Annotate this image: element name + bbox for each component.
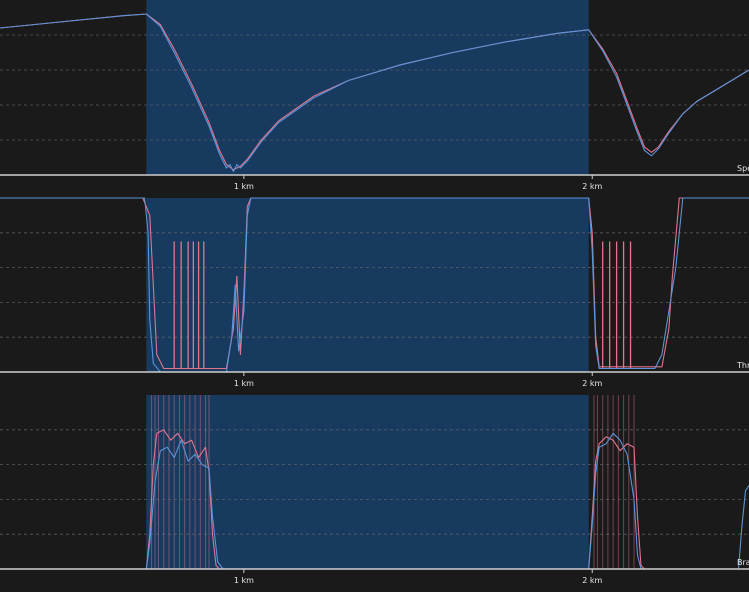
x-tick-label: 1 km <box>234 379 254 388</box>
panel-label: Spe <box>737 164 749 173</box>
panel-label: Thro <box>736 361 749 370</box>
x-tick-label: 2 km <box>582 379 602 388</box>
highlight-region <box>146 395 589 569</box>
x-tick-label: 2 km <box>582 576 602 585</box>
x-tick-label: 1 km <box>234 576 254 585</box>
x-tick-label: 2 km <box>582 182 602 191</box>
highlight-region <box>146 198 589 372</box>
telemetry-chart-panels: 1 km 2 km Spe 1 km 2 km Thro 1 km 2 km Bra <box>0 0 749 592</box>
panel-label: Bra <box>737 558 749 567</box>
x-tick-label: 1 km <box>234 182 254 191</box>
highlight-region <box>146 0 589 175</box>
